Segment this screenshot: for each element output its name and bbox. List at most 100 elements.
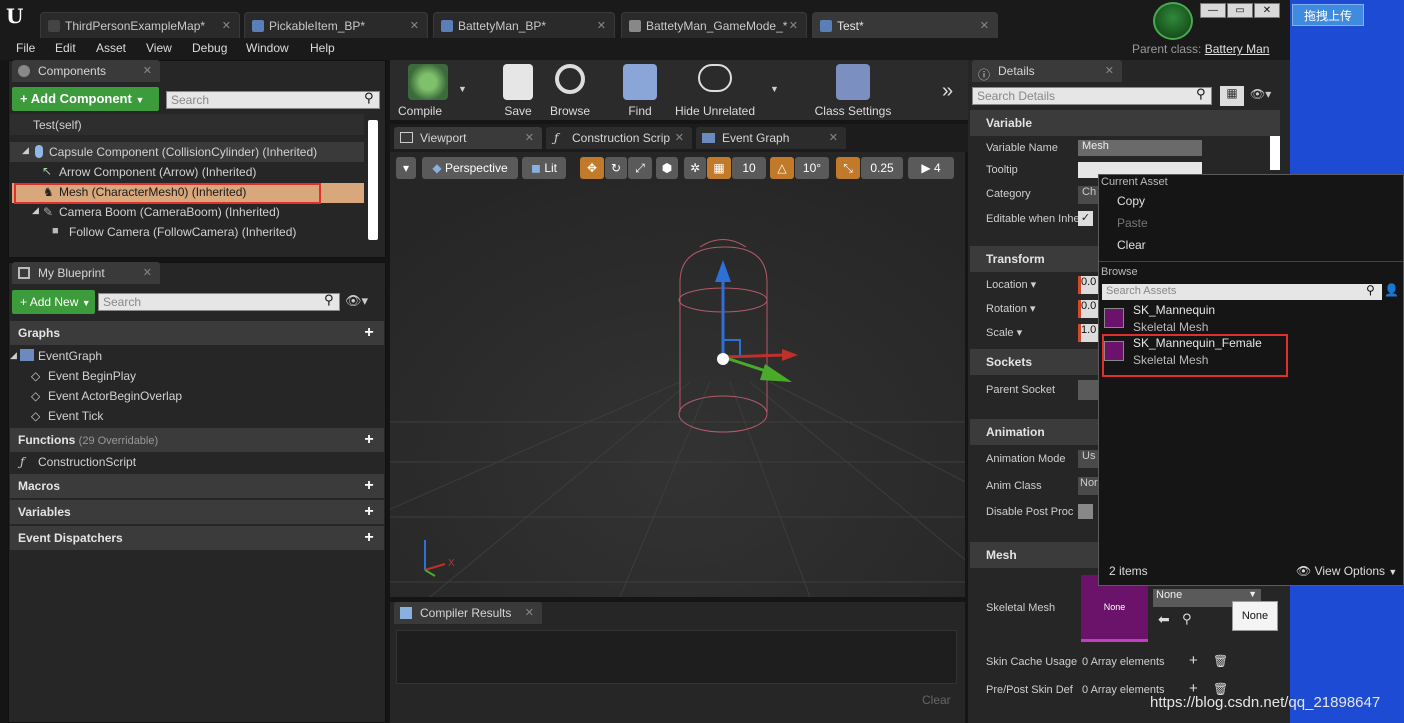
section-graphs[interactable]: Graphs + — [10, 321, 384, 345]
close-icon[interactable]: ✕ — [525, 127, 534, 149]
lit-button[interactable]: ◼ Lit — [522, 157, 566, 179]
rotation-snap-toggle[interactable]: △ — [770, 157, 794, 179]
close-icon[interactable]: ✕ — [525, 602, 534, 624]
details-search-input[interactable]: Search Details — [972, 87, 1212, 105]
camera-speed-button[interactable]: ▶ 4 — [908, 157, 954, 179]
paste-menu-item[interactable]: Paste — [1117, 216, 1148, 230]
viewport[interactable]: X — [390, 152, 965, 597]
tab-test[interactable]: Test* ✕ — [812, 12, 998, 38]
add-dispatcher-icon[interactable]: + — [360, 529, 378, 547]
rotation-label[interactable]: Rotation ▾ — [986, 302, 1036, 315]
close-icon[interactable]: ✕ — [980, 13, 989, 39]
section-functions[interactable]: Functions (29 Overridable) + — [10, 428, 384, 452]
grid-snap-value[interactable]: 10 — [732, 157, 766, 179]
event-tick-item[interactable]: Event Tick — [48, 406, 103, 426]
expand-toolbar-icon[interactable]: » — [942, 80, 953, 103]
clear-menu-item[interactable]: Clear — [1117, 238, 1146, 252]
search-icon[interactable]: ⚲ — [364, 90, 374, 106]
construction-script-item[interactable]: ConstructionScript — [38, 452, 136, 472]
asset-search-input[interactable]: Search Assets — [1102, 284, 1382, 300]
tab-construction-script[interactable]: ƒ Construction Scrip ✕ — [546, 127, 692, 149]
collapse-arrow-icon[interactable]: ◢ — [22, 145, 29, 156]
add-macro-icon[interactable]: + — [360, 477, 378, 495]
class-settings-button[interactable]: Class Settings — [810, 62, 896, 118]
grid-snap-toggle[interactable]: ▦ — [707, 157, 731, 179]
anim-class-combo[interactable]: Nor — [1078, 477, 1098, 495]
tab-thirdpersonexamplemap[interactable]: ThirdPersonExampleMap* ✕ — [40, 12, 240, 38]
disable-post-process-checkbox[interactable] — [1078, 504, 1093, 519]
tab-event-graph[interactable]: Event Graph ✕ — [696, 127, 846, 149]
collapse-arrow-icon[interactable]: ◢ — [10, 350, 17, 361]
translate-mode-button[interactable]: ✥ — [580, 157, 604, 179]
close-icon[interactable]: ✕ — [143, 262, 152, 284]
copy-menu-item[interactable]: Copy — [1117, 194, 1145, 208]
viewport-options-button[interactable]: ▾ — [396, 157, 416, 179]
close-window-icon[interactable]: ✕ — [1254, 3, 1280, 18]
tab-compiler-results[interactable]: Compiler Results ✕ — [394, 602, 542, 624]
compiler-clear-button[interactable]: Clear — [922, 693, 951, 707]
compile-button[interactable]: Compile — [392, 62, 464, 118]
add-component-button[interactable]: + Add Component ▼ — [12, 87, 159, 111]
section-variables[interactable]: Variables + — [10, 500, 384, 524]
add-new-button[interactable]: + Add New ▼ — [12, 290, 95, 314]
component-follow-camera[interactable]: Follow Camera (FollowCamera) (Inherited) — [69, 222, 296, 242]
close-icon[interactable]: ✕ — [410, 13, 419, 39]
close-icon[interactable]: ✕ — [597, 13, 606, 39]
scale-mode-button[interactable]: ⤢ — [628, 157, 652, 179]
add-function-icon[interactable]: + — [360, 431, 378, 449]
view-options-button[interactable]: 👁 View Options ▼ — [1296, 564, 1397, 578]
section-variable[interactable]: Variable — [970, 110, 1280, 136]
category-combo[interactable]: Ch — [1078, 186, 1098, 204]
surface-snap-button[interactable]: ✲ — [684, 157, 706, 179]
tab-my-blueprint[interactable]: My Blueprint ✕ — [12, 262, 160, 284]
component-self[interactable]: Test(self) — [33, 115, 82, 135]
location-label[interactable]: Location ▾ — [986, 278, 1036, 291]
unreal-launcher-icon[interactable] — [1153, 2, 1193, 40]
eye-icon[interactable]: 👁▾ — [345, 293, 368, 309]
menu-help[interactable]: Help — [310, 41, 335, 55]
use-selected-arrow-icon[interactable]: ⬅ — [1158, 611, 1170, 628]
close-icon[interactable]: ✕ — [222, 13, 231, 39]
rotation-x-field[interactable]: 0.0 — [1078, 300, 1098, 318]
find-button[interactable]: Find — [604, 62, 676, 118]
trash-icon[interactable]: 🗑 — [1213, 654, 1228, 668]
eye-icon[interactable]: 👁▾ — [1250, 87, 1271, 101]
parent-socket-field[interactable] — [1078, 380, 1098, 400]
parent-class-link[interactable]: Battery Man — [1205, 42, 1270, 56]
scale-snap-value[interactable]: 0.25 — [861, 157, 903, 179]
close-icon[interactable]: ✕ — [789, 13, 798, 39]
property-matrix-icon[interactable]: ▦ — [1220, 86, 1244, 106]
menu-asset[interactable]: Asset — [96, 41, 126, 55]
tab-components[interactable]: Components ✕ — [12, 60, 160, 82]
event-graph-item[interactable]: EventGraph — [38, 346, 102, 366]
component-camera-boom[interactable]: Camera Boom (CameraBoom) (Inherited) — [59, 202, 280, 222]
close-icon[interactable]: ✕ — [1105, 60, 1114, 82]
location-x-field[interactable]: 0.0 — [1078, 276, 1098, 294]
collapse-arrow-icon[interactable]: ◢ — [32, 205, 39, 216]
section-event-dispatchers[interactable]: Event Dispatchers + — [10, 526, 384, 550]
tab-details[interactable]: ⓘ Details ✕ — [972, 60, 1122, 82]
event-beginplay-item[interactable]: Event BeginPlay — [48, 366, 136, 386]
section-macros[interactable]: Macros + — [10, 474, 384, 498]
scale-label[interactable]: Scale ▾ — [986, 326, 1022, 339]
close-icon[interactable]: ✕ — [143, 60, 152, 82]
upload-button[interactable]: 拖拽上传 — [1292, 4, 1364, 26]
blueprint-search-input[interactable]: Search — [98, 293, 340, 311]
add-element-icon[interactable]: + — [1189, 652, 1198, 669]
close-icon[interactable]: ✕ — [675, 127, 684, 149]
minimize-icon[interactable]: — — [1200, 3, 1226, 18]
scale-x-field[interactable]: 1.0 — [1078, 324, 1098, 342]
browse-asset-icon[interactable]: ⚲ — [1182, 611, 1192, 627]
search-icon[interactable]: ⚲ — [1366, 283, 1375, 297]
close-icon[interactable]: ✕ — [829, 127, 838, 149]
asset-name[interactable]: SK_Mannequin — [1133, 303, 1215, 317]
menu-file[interactable]: File — [16, 41, 35, 55]
user-icon[interactable]: 👤 — [1384, 283, 1399, 297]
components-search-input[interactable]: Search — [166, 91, 380, 109]
add-variable-icon[interactable]: + — [360, 503, 378, 521]
menu-view[interactable]: View — [146, 41, 172, 55]
tab-pickableitem[interactable]: PickableItem_BP* ✕ — [244, 12, 428, 38]
add-graph-icon[interactable]: + — [360, 324, 378, 342]
search-icon[interactable]: ⚲ — [324, 292, 334, 308]
rotation-snap-value[interactable]: 10° — [795, 157, 829, 179]
